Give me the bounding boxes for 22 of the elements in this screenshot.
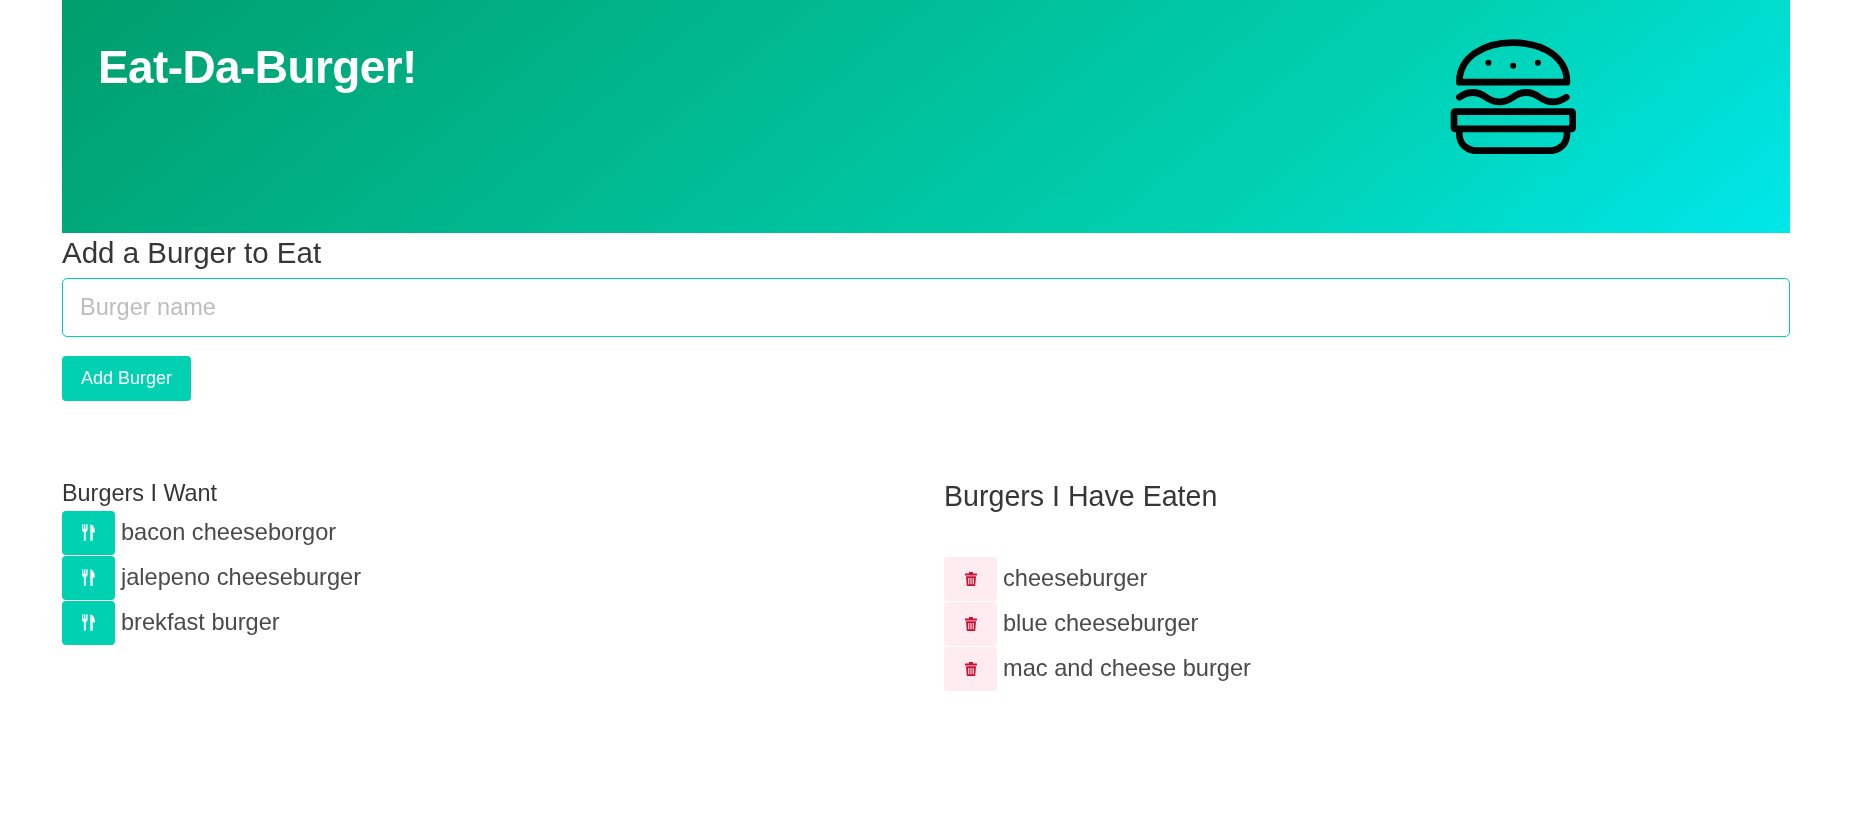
burger-name: brekfast burger	[121, 609, 280, 636]
add-burger-button[interactable]: Add Burger	[62, 356, 192, 401]
delete-button[interactable]	[944, 646, 997, 691]
burger-name-field[interactable]: Burger name	[62, 278, 1790, 337]
trash-icon	[964, 571, 977, 586]
trash-icon	[964, 661, 977, 676]
burger-name: cheeseburger	[1003, 565, 1148, 592]
delete-button[interactable]	[944, 601, 997, 646]
fork-knife-icon	[82, 614, 95, 631]
burger-name: mac and cheese burger	[1003, 655, 1251, 682]
trash-icon	[964, 616, 977, 631]
page-title: Eat-Da-Burger!	[98, 40, 417, 94]
fork-knife-icon	[82, 569, 95, 586]
list-heading: Burgers I Want	[62, 479, 219, 508]
list-heading: Burgers I Have Eaten	[944, 479, 1219, 514]
burger-name: jalepeno cheeseburger	[121, 564, 362, 591]
fork-knife-icon	[82, 524, 95, 541]
delete-button[interactable]	[944, 556, 997, 601]
burger-name: blue cheeseburger	[1003, 610, 1199, 637]
form-heading: Add a Burger to Eat	[62, 235, 323, 271]
burger-name: bacon cheeseborgor	[121, 519, 337, 546]
burger-icon	[1450, 38, 1577, 155]
